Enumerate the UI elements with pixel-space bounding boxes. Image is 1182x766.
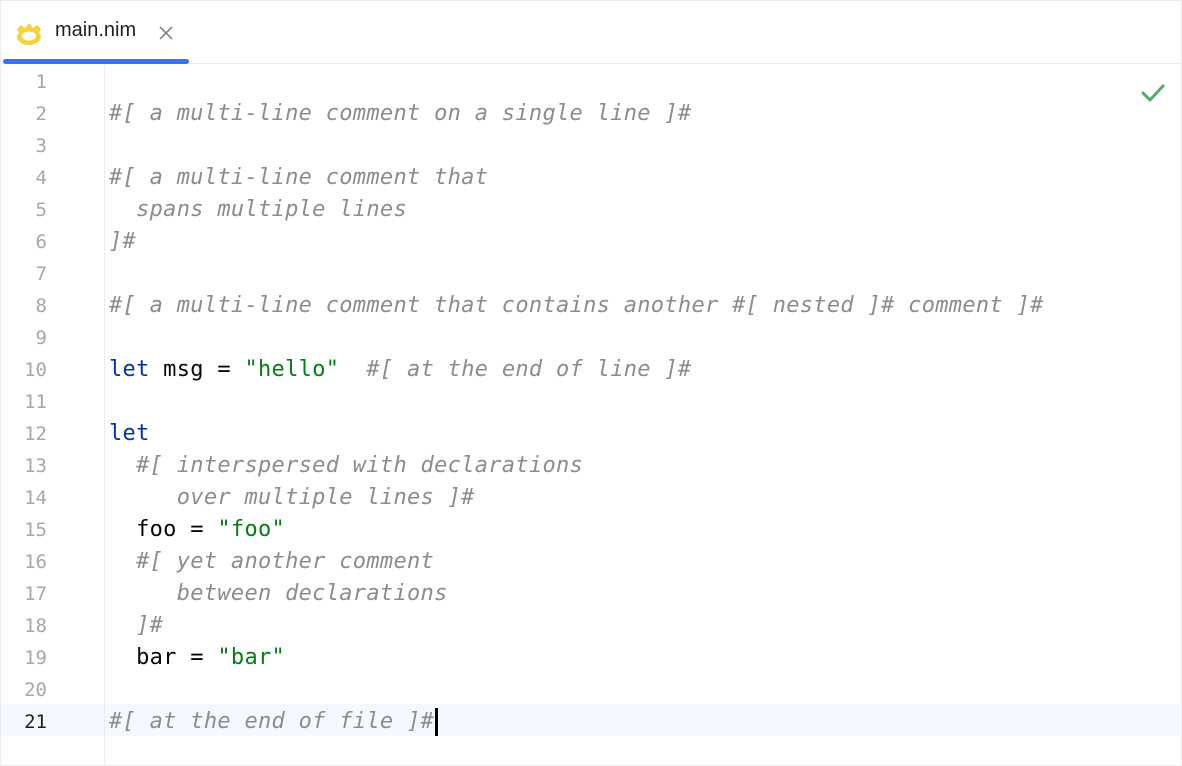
line-number: 19 — [24, 647, 47, 669]
close-icon[interactable] — [156, 23, 176, 43]
line-number: 1 — [35, 71, 47, 93]
line-number-gutter: 1 2 3 4 5 6 7 8 9 10 11 12 13 14 15 16 17 18 19 20 21 — [1, 64, 105, 766]
code-line[interactable] — [109, 66, 1181, 98]
code-content[interactable]: #[ a multi-line comment on a single line… — [109, 66, 1181, 738]
line-number: 13 — [24, 455, 47, 477]
code-line[interactable]: let msg = "hello" #[ at the end of line … — [109, 354, 1181, 386]
code-token: #[ at the end of file ]# — [109, 709, 435, 734]
line-number: 8 — [35, 295, 47, 317]
code-editor[interactable]: 1 2 3 4 5 6 7 8 9 10 11 12 13 14 15 16 17 18 19 20 21 #[ a m… — [1, 64, 1181, 766]
editor-window: main.nim 1 2 3 4 5 6 7 8 9 10 11 12 13 14 15 16 17 18 19 20… — [0, 0, 1182, 766]
code-token: foo = — [109, 517, 218, 542]
tab-main-nim[interactable]: main.nim — [3, 1, 189, 63]
code-token: #[ yet another comment — [109, 549, 435, 574]
code-token: "hello" — [244, 357, 340, 382]
code-line[interactable]: #[ yet another comment — [109, 546, 1181, 578]
code-token: let — [109, 357, 150, 382]
line-number: 3 — [35, 135, 47, 157]
line-number: 5 — [35, 199, 47, 221]
code-line[interactable] — [109, 130, 1181, 162]
code-token: #[ at the end of line ]# — [366, 357, 692, 382]
code-line[interactable]: ]# — [109, 226, 1181, 258]
code-line[interactable]: spans multiple lines — [109, 194, 1181, 226]
code-line[interactable] — [109, 258, 1181, 290]
line-number: 6 — [35, 231, 47, 253]
line-number: 18 — [24, 615, 47, 637]
line-number: 12 — [24, 423, 47, 445]
line-number: 9 — [35, 327, 47, 349]
code-line[interactable]: bar = "bar" — [109, 642, 1181, 674]
line-number: 7 — [35, 263, 47, 285]
code-line[interactable]: foo = "foo" — [109, 514, 1181, 546]
code-line[interactable]: let — [109, 418, 1181, 450]
code-line[interactable]: ]# — [109, 610, 1181, 642]
code-line[interactable] — [109, 322, 1181, 354]
code-line[interactable]: over multiple lines ]# — [109, 482, 1181, 514]
line-number: 21 — [24, 711, 47, 733]
line-number: 17 — [24, 583, 47, 605]
tab-label: main.nim — [55, 19, 137, 41]
code-token: spans multiple lines — [109, 197, 407, 222]
code-token: bar = — [109, 645, 218, 670]
code-token: between declarations — [109, 581, 448, 606]
tab-bar: main.nim — [1, 1, 1181, 64]
code-line[interactable] — [109, 386, 1181, 418]
line-number: 2 — [35, 103, 47, 125]
code-token: #[ a multi-line comment that — [109, 165, 489, 190]
code-token: let — [109, 421, 150, 446]
code-line[interactable]: #[ a multi-line comment that contains an… — [109, 290, 1181, 322]
code-token: ]# — [109, 613, 164, 638]
line-number: 4 — [35, 167, 47, 189]
code-line[interactable]: between declarations — [109, 578, 1181, 610]
code-token: "bar" — [217, 645, 286, 670]
line-number: 10 — [24, 359, 47, 381]
code-line[interactable]: #[ a multi-line comment on a single line… — [109, 98, 1181, 130]
check-icon[interactable] — [1139, 79, 1167, 107]
code-token: "foo" — [217, 517, 286, 542]
code-token: #[ a multi-line comment that contains an… — [109, 293, 1044, 318]
line-number: 16 — [24, 551, 47, 573]
code-line[interactable]: #[ interspersed with declarations — [109, 450, 1181, 482]
code-line[interactable] — [109, 674, 1181, 706]
text-caret — [435, 708, 439, 736]
line-number: 11 — [24, 391, 47, 413]
code-token: ]# — [109, 229, 137, 254]
line-numbers: 1 2 3 4 5 6 7 8 9 10 11 12 13 14 15 16 17 18 19 20 21 — [1, 66, 47, 738]
code-line[interactable]: #[ at the end of file ]# — [109, 706, 1181, 738]
code-token: msg = — [149, 357, 245, 382]
line-number: 20 — [24, 679, 47, 701]
code-token: #[ interspersed with declarations — [109, 453, 584, 478]
code-line[interactable]: #[ a multi-line comment that — [109, 162, 1181, 194]
code-token: over multiple lines ]# — [109, 485, 475, 510]
code-token: #[ a multi-line comment on a single line… — [109, 101, 692, 126]
line-number: 15 — [24, 519, 47, 541]
nim-crown-icon — [17, 23, 41, 45]
line-number: 14 — [24, 487, 47, 509]
